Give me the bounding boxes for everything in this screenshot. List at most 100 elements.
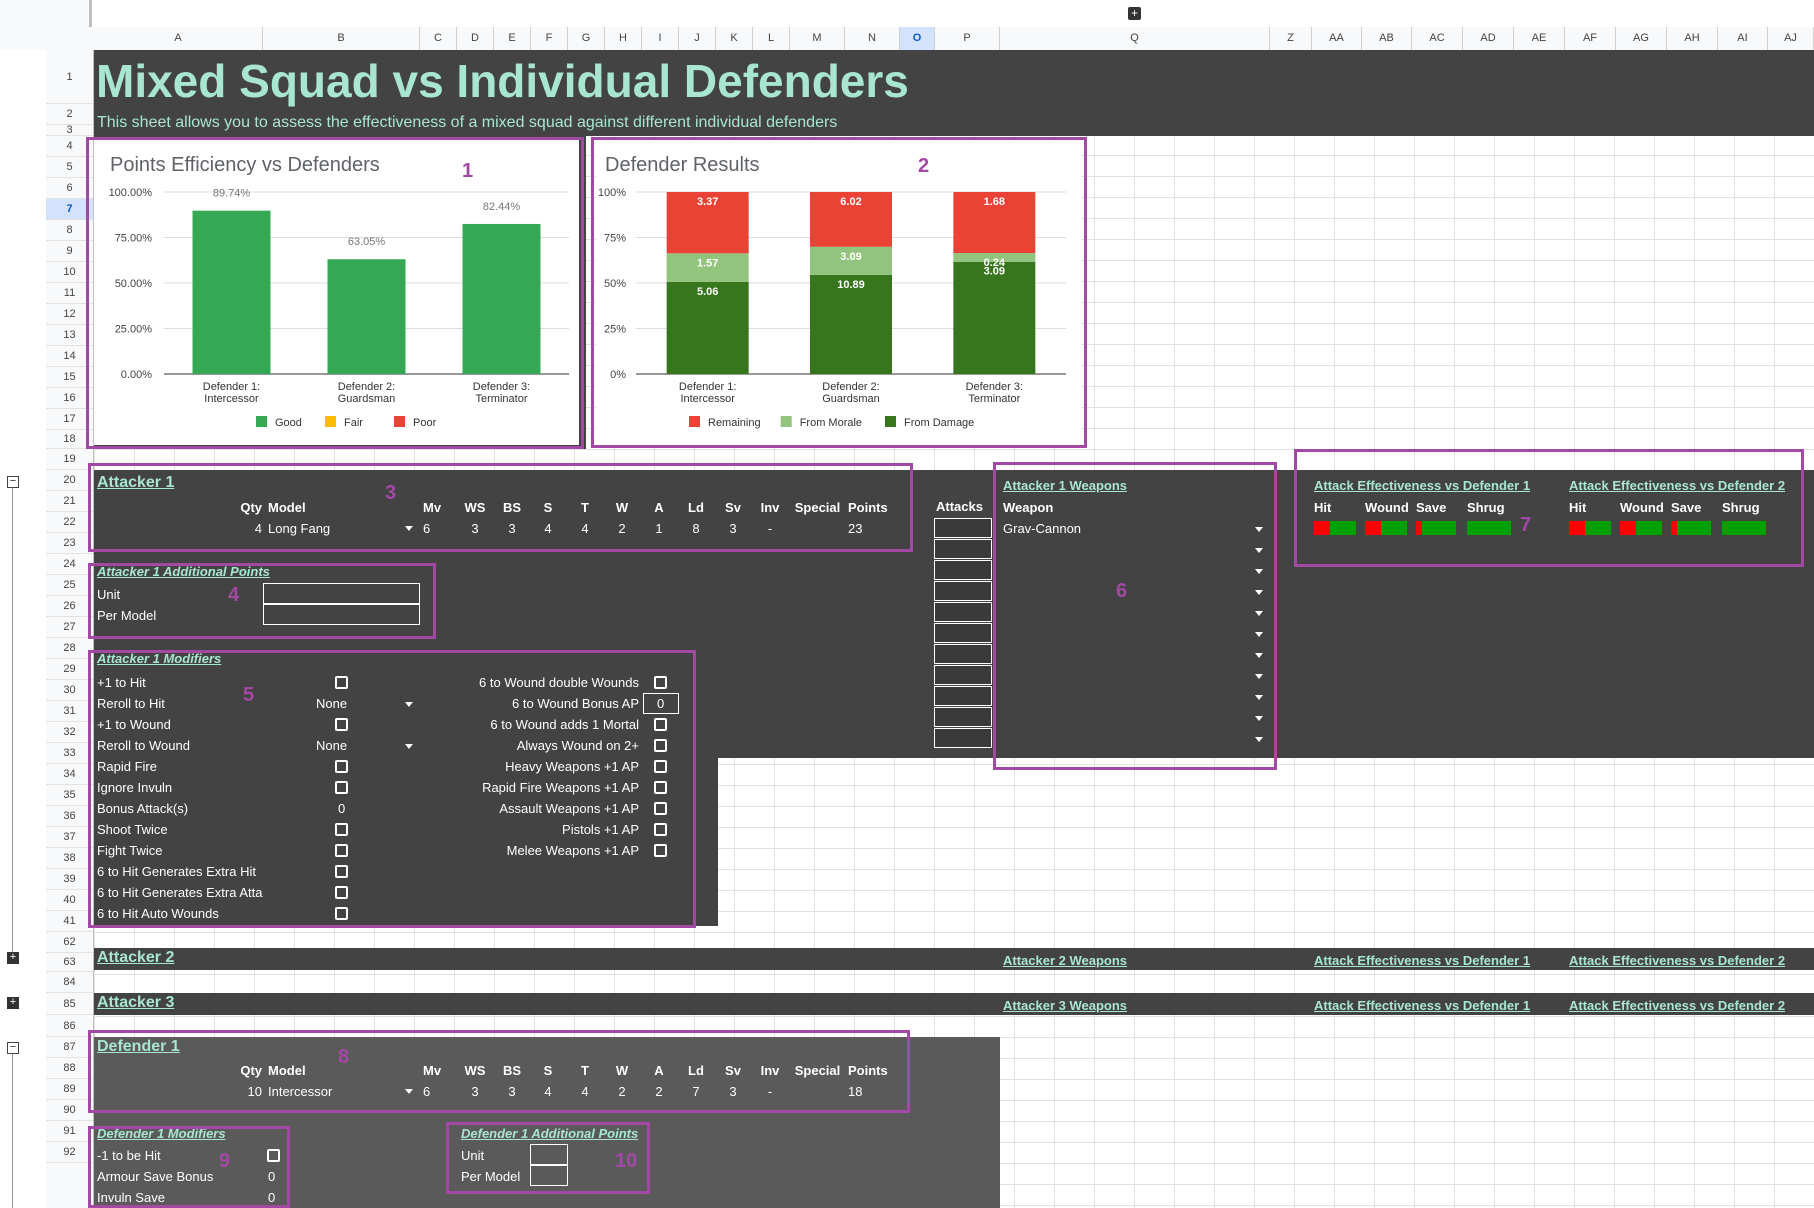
annotation-number-9: 9 [219,1150,231,1172]
toolbar-area [0,0,1814,27]
column-header-o[interactable]: O [900,27,935,50]
attacks-input[interactable] [934,644,992,664]
column-header-ac[interactable]: AC [1412,27,1463,50]
row-header-31[interactable]: 31 [46,701,93,722]
row-header-37[interactable]: 37 [46,827,93,848]
column-header-b[interactable]: B [263,27,420,50]
attacks-input[interactable] [934,686,992,706]
row-header-41[interactable]: 41 [46,911,93,932]
row-header-36[interactable]: 36 [46,806,93,827]
row-header-86[interactable]: 86 [46,1015,93,1037]
group-collapse-attacker1-icon[interactable]: − [7,476,19,488]
row-header-22[interactable]: 22 [46,512,93,533]
row-header-26[interactable]: 26 [46,596,93,617]
column-header-f[interactable]: F [531,27,568,50]
row-header-29[interactable]: 29 [46,659,93,680]
attacker2-eff1-title[interactable]: Attack Effectiveness vs Defender 1 [1314,953,1530,968]
row-header-27[interactable]: 27 [46,617,93,638]
attacker2-eff2-title[interactable]: Attack Effectiveness vs Defender 2 [1569,953,1785,968]
attacker2-band [94,948,1814,970]
row-header-87[interactable]: 87 [46,1037,93,1058]
column-header-aa[interactable]: AA [1312,27,1362,50]
column-header-e[interactable]: E [494,27,531,50]
group-line-defender1 [12,1054,13,1208]
row-header-30[interactable]: 30 [46,680,93,701]
column-header-bar: A B C D E F G H I J K L M N O P Q Z AA AB AC AD AE AF AG AH AI AJ [0,27,1814,51]
column-header-k[interactable]: K [716,27,753,50]
annotation-number-1: 1 [462,160,474,182]
row-header-25[interactable]: 25 [46,575,93,596]
group-collapse-defender1-icon[interactable]: − [7,1042,19,1054]
column-header-c[interactable]: C [420,27,457,50]
row-header-32[interactable]: 32 [46,722,93,743]
column-header-j[interactable]: J [679,27,716,50]
attacks-input[interactable] [934,602,992,622]
annotation-box-1 [86,137,584,449]
attacks-input[interactable] [934,623,992,643]
attacker3-weapons-title[interactable]: Attacker 3 Weapons [1003,998,1127,1013]
column-header-a[interactable]: A [94,27,263,50]
row-header-28[interactable]: 28 [46,638,93,659]
row-header-1[interactable]: 1 [46,50,93,104]
annotation-box-7 [1294,449,1804,567]
row-header-62[interactable]: 62 [46,932,93,953]
column-header-ae[interactable]: AE [1514,27,1565,50]
row-header-38[interactable]: 38 [46,848,93,869]
sheet-title: Mixed Squad vs Individual Defenders [96,55,909,107]
row-header-33[interactable]: 33 [46,743,93,764]
annotation-number-6: 6 [1116,580,1128,602]
row-header-3[interactable]: 3 [46,125,93,136]
row-header-19[interactable]: 19 [46,449,93,470]
row-header-91[interactable]: 91 [46,1121,93,1142]
column-header-ag[interactable]: AG [1616,27,1667,50]
attacker2-title[interactable]: Attacker 2 [97,949,174,967]
row-header-40[interactable]: 40 [46,890,93,911]
row-header-84[interactable]: 84 [46,972,93,993]
row-header-34[interactable]: 34 [46,764,93,785]
row-header-2[interactable]: 2 [46,104,93,125]
row-header-85[interactable]: 85 [46,993,93,1015]
column-header-aj[interactable]: AJ [1768,27,1814,50]
group-expand-attacker2-icon[interactable]: + [7,952,19,964]
column-header-h[interactable]: H [605,27,642,50]
column-header-l[interactable]: L [753,27,790,50]
column-header-z[interactable]: Z [1270,27,1312,50]
add-icon[interactable]: + [1128,7,1141,20]
row-header-88[interactable]: 88 [46,1058,93,1079]
column-header-ah[interactable]: AH [1667,27,1718,50]
column-header-g[interactable]: G [568,27,605,50]
row-header-35[interactable]: 35 [46,785,93,806]
attacker2-weapons-title[interactable]: Attacker 2 Weapons [1003,953,1127,968]
row-header-63[interactable]: 63 [46,953,93,972]
column-header-n[interactable]: N [845,27,900,50]
attacker3-eff1-title[interactable]: Attack Effectiveness vs Defender 1 [1314,998,1530,1013]
column-header-i[interactable]: I [642,27,679,50]
column-header-p[interactable]: P [935,27,1000,50]
attacks-input[interactable] [934,539,992,559]
column-header-ab[interactable]: AB [1362,27,1412,50]
row-header-90[interactable]: 90 [46,1100,93,1121]
group-expand-attacker3-icon[interactable]: + [7,997,19,1009]
row-header-39[interactable]: 39 [46,869,93,890]
row-header-23[interactable]: 23 [46,533,93,554]
column-header-ai[interactable]: AI [1718,27,1768,50]
attacks-input[interactable] [934,707,992,727]
attacks-input[interactable] [934,518,992,538]
attacks-input[interactable] [934,560,992,580]
row-header-24[interactable]: 24 [46,554,93,575]
attacks-input[interactable] [934,581,992,601]
row-header-89[interactable]: 89 [46,1079,93,1100]
column-header-q[interactable]: Q [1000,27,1270,50]
column-header-m[interactable]: M [790,27,845,50]
column-header-d[interactable]: D [457,27,494,50]
group-line-attacker1 [12,488,13,958]
attacker3-title[interactable]: Attacker 3 [97,994,174,1012]
row-header-20[interactable]: 20 [46,470,93,491]
attacks-input[interactable] [934,665,992,685]
attacker3-eff2-title[interactable]: Attack Effectiveness vs Defender 2 [1569,998,1785,1013]
attacks-input[interactable] [934,728,992,748]
row-header-21[interactable]: 21 [46,491,93,512]
row-header-92[interactable]: 92 [46,1142,93,1163]
column-header-ad[interactable]: AD [1463,27,1514,50]
column-header-af[interactable]: AF [1565,27,1616,50]
